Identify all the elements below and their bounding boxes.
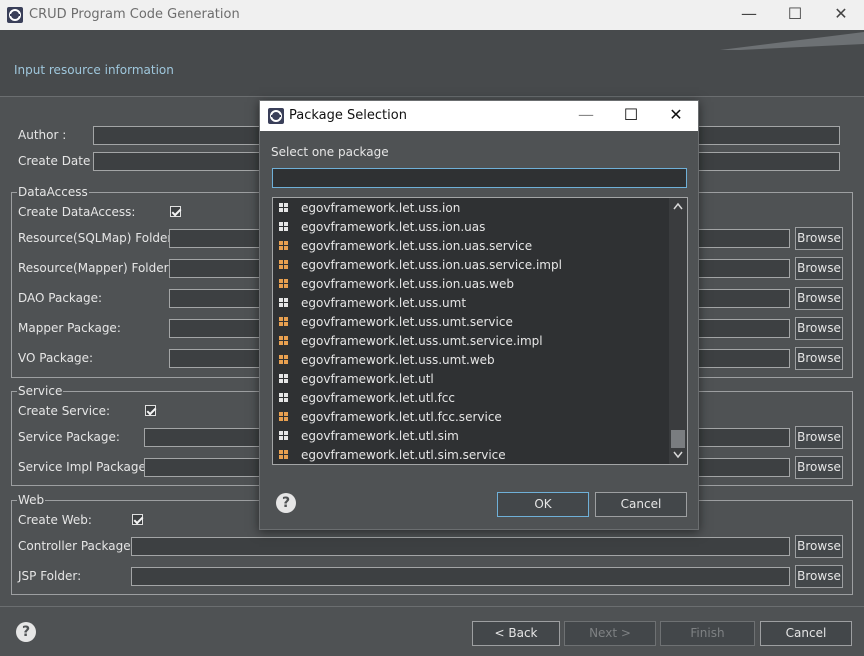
scroll-thumb[interactable] bbox=[671, 430, 685, 448]
package-name: egovframework.let.uss.ion.uas.web bbox=[301, 277, 514, 291]
dialog-help-icon[interactable]: ? bbox=[276, 493, 296, 513]
controller-package-field[interactable] bbox=[131, 537, 790, 556]
vo-browse-button[interactable]: Browse bbox=[795, 347, 843, 370]
service-browse-button[interactable]: Browse bbox=[795, 426, 843, 449]
dataaccess-legend: DataAccess bbox=[17, 185, 89, 199]
create-dataaccess-label: Create DataAccess: bbox=[18, 205, 136, 219]
dialog-app-icon bbox=[268, 108, 284, 124]
wizard-header: Input resource information bbox=[0, 30, 864, 96]
mapper-package-label: Mapper Package: bbox=[18, 321, 121, 335]
package-icon bbox=[279, 450, 289, 460]
window-titlebar: CRUD Program Code Generation — ☐ ✕ bbox=[0, 0, 864, 30]
create-date-label: Create Date : bbox=[18, 154, 99, 168]
help-icon[interactable]: ? bbox=[16, 622, 36, 642]
package-name: egovframework.let.utl.sim.service bbox=[301, 448, 506, 462]
controller-browse-button[interactable]: Browse bbox=[795, 535, 843, 558]
ok-button[interactable]: OK bbox=[497, 492, 589, 517]
package-icon bbox=[279, 260, 289, 270]
app-icon bbox=[7, 7, 23, 23]
service-impl-label: Service Impl Package: bbox=[18, 460, 150, 474]
header-separator bbox=[0, 96, 864, 97]
footer-separator bbox=[0, 606, 864, 607]
mapper-browse-button[interactable]: Browse bbox=[795, 257, 843, 280]
list-scrollbar[interactable] bbox=[669, 198, 687, 464]
package-name: egovframework.let.uss.ion.uas.service.im… bbox=[301, 258, 562, 272]
finish-button[interactable]: Finish bbox=[660, 621, 755, 646]
package-icon-empty bbox=[279, 298, 289, 308]
package-name: egovframework.let.utl bbox=[301, 372, 434, 386]
window-title: CRUD Program Code Generation bbox=[29, 7, 240, 22]
wizard-subtitle: Input resource information bbox=[14, 63, 174, 77]
package-name: egovframework.let.uss.ion.uas.service bbox=[301, 239, 533, 253]
package-name: egovframework.let.uss.umt.service.impl bbox=[301, 334, 543, 348]
create-service-checkbox[interactable] bbox=[145, 405, 156, 416]
mapper-folder-label: Resource(Mapper) Folder: bbox=[18, 261, 173, 275]
package-icon-empty bbox=[279, 393, 289, 403]
package-name: egovframework.let.uss.umt bbox=[301, 296, 467, 310]
sqlmap-folder-label: Resource(SQLMap) Folder: bbox=[18, 231, 177, 245]
package-name: egovframework.let.utl.fcc bbox=[301, 391, 455, 405]
package-icon-empty bbox=[279, 222, 289, 232]
package-name: egovframework.let.uss.umt.web bbox=[301, 353, 495, 367]
dialog-titlebar: Package Selection — ☐ ✕ bbox=[260, 101, 698, 131]
package-name: egovframework.let.uss.ion.uas bbox=[301, 220, 486, 234]
service-legend: Service bbox=[17, 384, 64, 398]
dialog-cancel-button[interactable]: Cancel bbox=[595, 492, 687, 517]
package-filter-input[interactable] bbox=[272, 168, 687, 188]
jsp-folder-label: JSP Folder: bbox=[18, 569, 82, 583]
sqlmap-browse-button[interactable]: Browse bbox=[795, 227, 843, 250]
back-button[interactable]: < Back bbox=[472, 621, 560, 646]
controller-package-label: Controller Package: bbox=[18, 539, 135, 553]
banner-decoration bbox=[720, 32, 864, 50]
cancel-button[interactable]: Cancel bbox=[760, 621, 852, 646]
dialog-title: Package Selection bbox=[289, 108, 407, 123]
package-icon-empty bbox=[279, 431, 289, 441]
close-button[interactable]: ✕ bbox=[818, 0, 864, 30]
package-icon bbox=[279, 241, 289, 251]
scroll-up-icon[interactable] bbox=[673, 202, 683, 210]
package-icon bbox=[279, 355, 289, 365]
service-package-label: Service Package: bbox=[18, 430, 120, 444]
package-icon bbox=[279, 412, 289, 422]
maximize-button[interactable]: ☐ bbox=[772, 0, 818, 30]
create-web-label: Create Web: bbox=[18, 513, 92, 527]
package-icon bbox=[279, 279, 289, 289]
mapper-package-browse-button[interactable]: Browse bbox=[795, 317, 843, 340]
web-legend: Web bbox=[17, 493, 46, 507]
jsp-folder-field[interactable] bbox=[131, 567, 790, 586]
package-icon bbox=[279, 317, 289, 327]
package-icon bbox=[279, 336, 289, 346]
scroll-down-icon[interactable] bbox=[673, 451, 683, 459]
package-name: egovframework.let.utl.sim bbox=[301, 429, 459, 443]
package-selection-dialog: Package Selection — ☐ ✕ Select one packa… bbox=[259, 100, 699, 530]
dialog-maximize-button[interactable]: ☐ bbox=[608, 101, 654, 131]
package-icon-empty bbox=[279, 374, 289, 384]
dao-package-label: DAO Package: bbox=[18, 291, 103, 305]
dialog-minimize-button: — bbox=[578, 105, 594, 124]
package-list[interactable]: egovframework.let.uss.ion egovframework.l… bbox=[272, 197, 688, 465]
package-name: egovframework.let.uss.ion bbox=[301, 201, 461, 215]
author-label: Author : bbox=[18, 128, 67, 142]
dao-browse-button[interactable]: Browse bbox=[795, 287, 843, 310]
dialog-prompt: Select one package bbox=[271, 145, 389, 159]
package-name: egovframework.let.utl.fcc.service bbox=[301, 410, 502, 424]
next-button[interactable]: Next > bbox=[564, 621, 656, 646]
package-name: egovframework.let.uss.umt.service bbox=[301, 315, 513, 329]
create-web-checkbox[interactable] bbox=[132, 514, 143, 525]
create-dataaccess-checkbox[interactable] bbox=[170, 206, 181, 217]
jsp-browse-button[interactable]: Browse bbox=[795, 565, 843, 588]
create-service-label: Create Service: bbox=[18, 404, 111, 418]
minimize-button[interactable]: — bbox=[726, 0, 772, 30]
service-impl-browse-button[interactable]: Browse bbox=[795, 456, 843, 479]
vo-package-label: VO Package: bbox=[18, 351, 94, 365]
package-icon-empty bbox=[279, 203, 289, 213]
dialog-close-button[interactable]: ✕ bbox=[653, 101, 699, 131]
